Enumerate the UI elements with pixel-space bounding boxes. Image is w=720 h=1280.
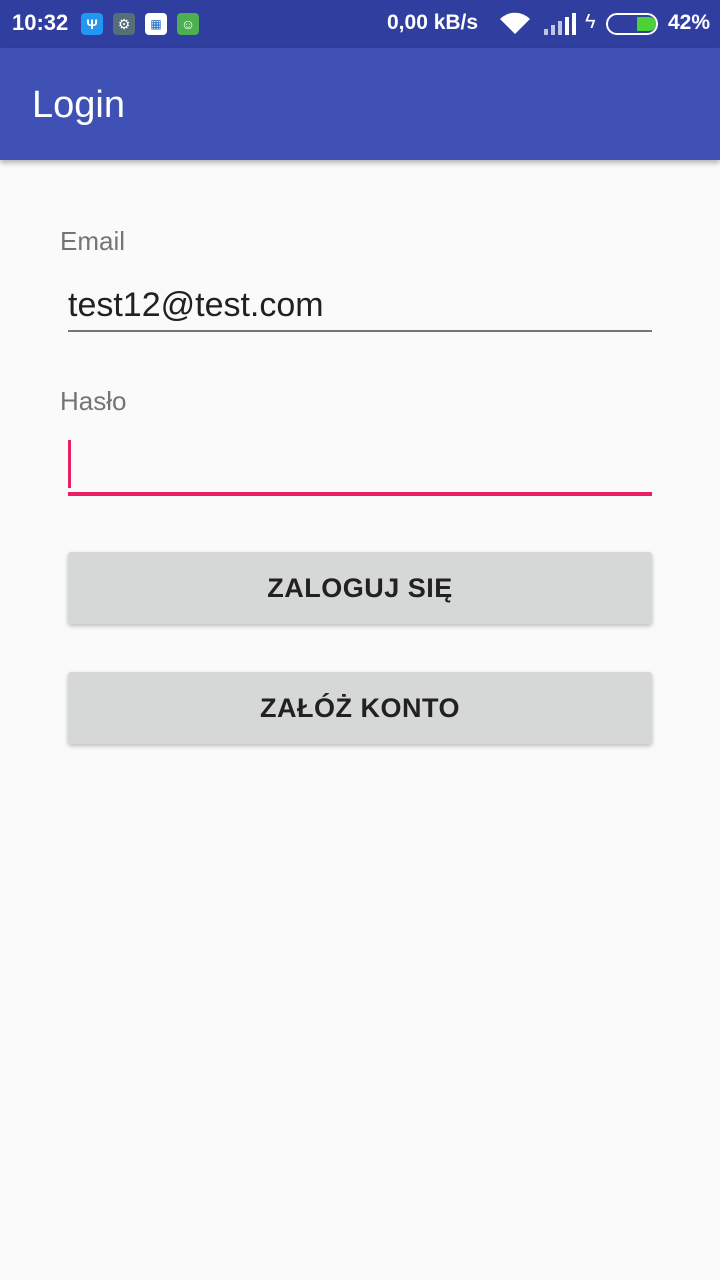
status-time: 10:32 [12, 10, 69, 35]
calendar-icon: ▦ [145, 13, 167, 35]
create-account-button[interactable]: ZAŁÓŻ KONTO [68, 672, 652, 744]
app-bar: Login [0, 48, 720, 160]
email-label: Email [60, 226, 126, 256]
page-title: Login [32, 84, 125, 126]
email-field[interactable]: test12@test.com [68, 286, 652, 332]
android-icon: ☺ [177, 13, 199, 35]
login-button[interactable]: ZALOGUJ SIĘ [68, 552, 652, 624]
battery-level [637, 17, 656, 31]
network-speed: 0,00 kB/s [387, 11, 479, 34]
password-field[interactable] [68, 436, 652, 496]
usb-icon: Ψ [81, 13, 103, 35]
status-bar: 10:32 Ψ ⚙ ▦ ☺ 0,00 kB/s ϟ 42% [0, 0, 720, 48]
battery-icon [606, 13, 658, 35]
wifi-icon [500, 12, 530, 34]
password-label: Hasło [60, 386, 127, 416]
text-cursor [68, 440, 71, 488]
battery-percent: 42% [668, 11, 711, 34]
signal-icon [544, 13, 576, 35]
charging-icon: ϟ [585, 11, 596, 33]
settings-icon: ⚙ [113, 13, 135, 35]
